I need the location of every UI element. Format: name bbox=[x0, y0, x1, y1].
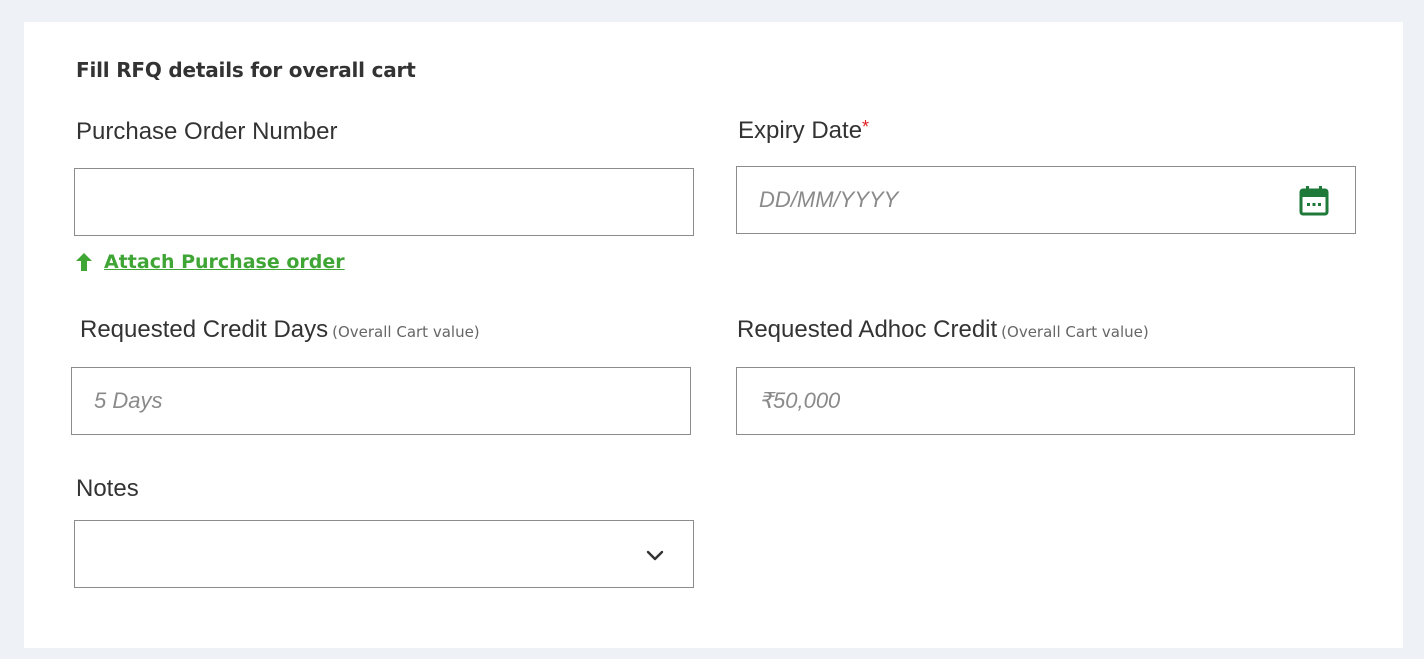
po-number-label: Purchase Order Number bbox=[76, 118, 337, 146]
chevron-down-icon bbox=[646, 550, 664, 561]
expiry-date-label-text: Expiry Date bbox=[738, 117, 863, 144]
expiry-date-field[interactable] bbox=[736, 166, 1356, 234]
notes-select[interactable] bbox=[74, 520, 694, 588]
rfq-form-card: Fill RFQ details for overall cart Purcha… bbox=[24, 22, 1403, 648]
attach-purchase-order-link[interactable]: Attach Purchase order bbox=[76, 251, 345, 273]
upload-arrow-icon bbox=[76, 253, 92, 271]
attach-purchase-order-text: Attach Purchase order bbox=[104, 251, 345, 273]
po-number-field[interactable] bbox=[74, 168, 694, 236]
expiry-date-input[interactable] bbox=[737, 167, 1355, 233]
adhoc-credit-hint: (Overall Cart value) bbox=[1001, 323, 1149, 341]
credit-days-label-text: Requested Credit Days bbox=[80, 316, 329, 343]
adhoc-credit-field[interactable] bbox=[736, 367, 1355, 435]
credit-days-label: Requested Credit Days (Overall Cart value… bbox=[80, 316, 480, 344]
adhoc-credit-label-text: Requested Adhoc Credit bbox=[737, 316, 998, 343]
adhoc-credit-input[interactable] bbox=[737, 368, 1354, 434]
notes-label: Notes bbox=[76, 475, 139, 503]
calendar-icon[interactable] bbox=[1297, 184, 1331, 218]
form-title: Fill RFQ details for overall cart bbox=[76, 58, 416, 82]
expiry-date-label: Expiry Date* bbox=[738, 117, 869, 145]
adhoc-credit-label: Requested Adhoc Credit (Overall Cart valu… bbox=[737, 316, 1149, 344]
credit-days-input[interactable] bbox=[72, 368, 690, 434]
credit-days-hint: (Overall Cart value) bbox=[332, 323, 480, 341]
notes-label-text: Notes bbox=[76, 475, 139, 502]
po-number-input[interactable] bbox=[75, 169, 693, 235]
required-marker: * bbox=[862, 117, 870, 137]
po-number-label-text: Purchase Order Number bbox=[76, 118, 338, 145]
credit-days-field[interactable] bbox=[71, 367, 691, 435]
